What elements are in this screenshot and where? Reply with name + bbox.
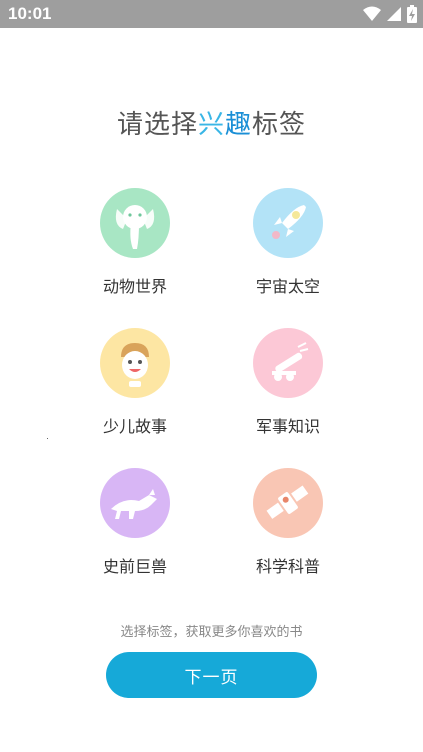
satellite-icon	[266, 485, 309, 519]
title-highlight-2: 趣	[225, 110, 253, 140]
title-suffix: 标签	[252, 110, 307, 140]
stray-pixel	[47, 438, 48, 439]
tag-label: 宇宙太空	[255, 277, 320, 296]
signal-icon	[387, 7, 401, 21]
status-icons	[363, 5, 417, 23]
tag-label: 动物世界	[102, 277, 167, 296]
next-page-button[interactable]: 下一页	[106, 652, 317, 698]
tag-label: 少儿故事	[102, 417, 167, 436]
tag-label: 史前巨兽	[102, 557, 167, 576]
hint-text: 选择标签，获取更多你喜欢的书	[120, 625, 303, 640]
status-bar: 10:01	[0, 0, 423, 28]
wifi-icon	[363, 6, 381, 21]
tag-prehistoric-circle[interactable]	[100, 468, 170, 538]
rocket-icon	[272, 205, 306, 239]
tag-space-circle[interactable]	[253, 188, 323, 258]
tag-science-circle[interactable]	[253, 468, 323, 538]
tag-label: 军事知识	[255, 417, 320, 436]
tag-prehistoric[interactable]: 史前巨兽	[65, 468, 205, 588]
tag-military-circle[interactable]	[253, 328, 323, 398]
page-title: 请选择兴趣标签	[0, 104, 423, 141]
tag-animal-world[interactable]: 动物世界	[65, 188, 205, 308]
tag-label: 科学科普	[255, 557, 320, 576]
cannon-icon	[272, 342, 309, 381]
tag-animal-world-circle[interactable]	[100, 188, 170, 258]
tag-science[interactable]: 科学科普	[218, 468, 358, 588]
elephant-icon	[115, 205, 155, 249]
title-prefix: 请选择	[116, 110, 198, 140]
status-time: 10:01	[8, 4, 52, 23]
child-face-icon	[121, 343, 149, 387]
tag-childrens-stories-circle[interactable]	[100, 328, 170, 398]
tag-space[interactable]: 宇宙太空	[218, 188, 358, 308]
tag-childrens-stories[interactable]: 少儿故事	[65, 328, 205, 448]
tag-military[interactable]: 军事知识	[218, 328, 358, 448]
title-highlight-1: 兴	[197, 110, 225, 140]
dinosaur-icon	[111, 489, 157, 519]
battery-icon	[407, 5, 417, 23]
